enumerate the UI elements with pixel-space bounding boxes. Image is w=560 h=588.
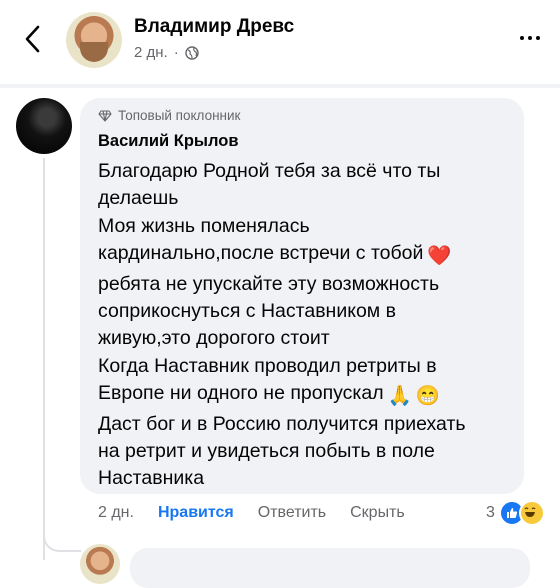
globe-icon	[185, 45, 199, 60]
comment-text: Благодарю Родной тебя за всё что ты дела…	[98, 158, 518, 493]
reactions-summary[interactable]: 3	[486, 500, 545, 526]
comment-actions: 2 дн. Нравится Ответить Скрыть	[98, 504, 405, 522]
comment-bubble: Топовый поклонник Василий Крылов Благода…	[80, 98, 524, 494]
comment-line: Наставника	[98, 467, 205, 490]
meta-separator: ·	[173, 44, 179, 61]
comment-line: ребята не упускайте эту возможность	[98, 272, 440, 295]
comment-line: Даст бог и в Россию получится приехать	[98, 412, 466, 435]
reaction-count: 3	[486, 504, 495, 521]
diamond-icon	[98, 109, 112, 122]
section-divider	[0, 84, 560, 88]
post-meta: 2 дн. ·	[134, 44, 199, 61]
pray-emoji: 🙏	[387, 385, 412, 408]
comment-line: Когда Наставник проводил ретриты в	[98, 354, 437, 377]
grin-emoji: 😁	[415, 385, 441, 408]
comment-line: живую,это дорогого стоит	[98, 327, 330, 350]
hide-button[interactable]: Скрыть	[350, 504, 405, 522]
comment-time[interactable]: 2 дн.	[98, 504, 134, 522]
comment-line: Благодарю Родной тебя за всё что ты	[98, 160, 441, 182]
next-comment-bubble	[130, 548, 530, 588]
thread-line	[43, 158, 45, 560]
author-avatar[interactable]	[66, 12, 122, 68]
comment-line: соприкоснуться с Наставником в	[98, 300, 396, 323]
comment-line: Моя жизнь поменялась	[98, 214, 310, 237]
post-header: Владимир Древс 2 дн. ·	[0, 0, 560, 84]
top-fan-badge: Топовый поклонник	[98, 108, 240, 123]
comment-line: делаешь	[98, 187, 179, 210]
comment-line: Европе ни одного не пропускал	[98, 382, 384, 405]
comment-line: кардинально,после встречи с тобой	[98, 242, 424, 265]
more-icon[interactable]	[520, 36, 540, 40]
back-icon[interactable]	[22, 24, 44, 54]
heart-emoji: ❤️	[427, 245, 452, 268]
reply-connector	[43, 520, 81, 552]
comment-line: на ретрит и увидеться побыть в поле	[98, 440, 435, 463]
reply-button[interactable]: Ответить	[258, 504, 326, 522]
commenter-name[interactable]: Василий Крылов	[98, 132, 239, 151]
commenter-avatar[interactable]	[16, 98, 72, 154]
haha-reaction-icon	[518, 500, 545, 526]
author-name[interactable]: Владимир Древс	[134, 16, 294, 38]
next-comment-avatar[interactable]	[80, 544, 120, 584]
badge-label: Топовый поклонник	[118, 108, 241, 123]
like-button[interactable]: Нравится	[158, 504, 234, 522]
post-time[interactable]: 2 дн.	[134, 44, 168, 61]
